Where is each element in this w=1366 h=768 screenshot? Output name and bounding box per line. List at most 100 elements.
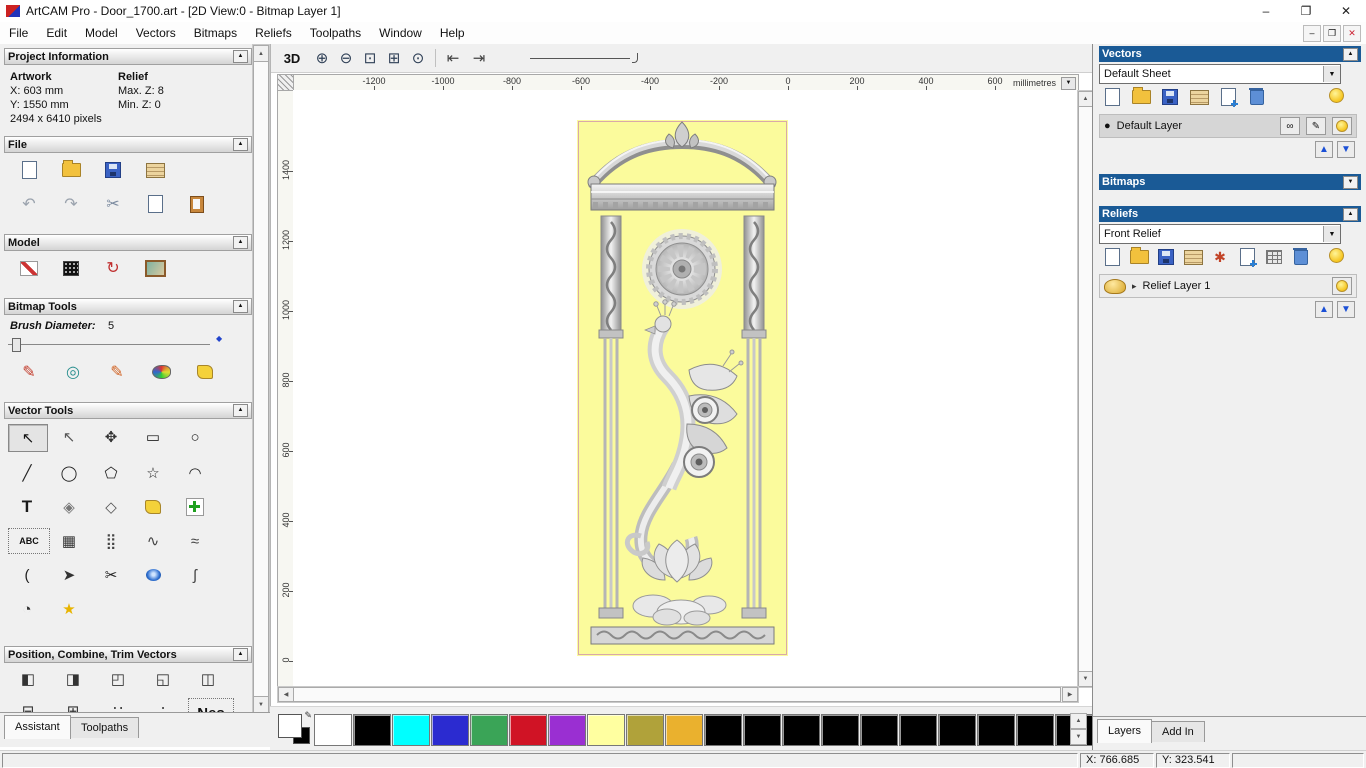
zoom-fit-icon[interactable]: ⊞ (383, 47, 405, 69)
fit-curve-icon[interactable]: ∿ (134, 528, 172, 554)
model-texture-icon[interactable] (56, 254, 86, 282)
brush-diameter-slider[interactable] (8, 344, 210, 345)
sheet-selector[interactable]: Default Sheet ▼ (1099, 64, 1341, 84)
document-restore-button[interactable]: ❐ (1323, 24, 1341, 42)
menu-model[interactable]: Model (76, 22, 127, 44)
select-vectors-icon[interactable]: ↖ (8, 424, 48, 452)
align-centre-icon[interactable]: ◫ (188, 666, 228, 692)
layer-colour-dot[interactable]: ● (1104, 120, 1111, 132)
expand-panel-button[interactable]: ▼ (1343, 175, 1358, 189)
zoom-box-icon[interactable]: ⊡ (359, 47, 381, 69)
collapse-section-button[interactable]: ▲ (233, 138, 248, 151)
reset-relief-icon[interactable]: ✱ (1209, 246, 1231, 268)
collapse-panel-button[interactable]: ▲ (1343, 47, 1358, 61)
model-rotate-icon[interactable]: ↻ (98, 254, 128, 282)
close-button[interactable]: ✕ (1326, 1, 1366, 21)
text-block-icon[interactable]: ABC (8, 528, 50, 554)
move-layer-up-button[interactable]: ▲ (1315, 301, 1333, 318)
palette-swatch-black[interactable] (821, 714, 859, 746)
move-layer-down-button[interactable]: ▼ (1337, 301, 1355, 318)
menu-toolpaths[interactable]: Toolpaths (301, 22, 370, 44)
draw-pencil-icon[interactable]: ✎ (102, 358, 132, 386)
toggle-all-vectors-visibility-icon[interactable] (1329, 88, 1344, 103)
document-close-button[interactable]: ✕ (1343, 24, 1361, 42)
scrollbar-thumb[interactable] (293, 687, 1061, 702)
menu-edit[interactable]: Edit (37, 22, 76, 44)
open-relief-icon[interactable] (1128, 246, 1150, 268)
create-polyline-icon[interactable]: ╱ (8, 460, 46, 486)
node-edit-icon[interactable]: ↖ (50, 424, 88, 450)
array-copy-icon[interactable]: ∷ (98, 698, 138, 712)
scroll-left-button[interactable]: ◀ (278, 687, 294, 702)
trim-vectors-icon[interactable]: ✂ (92, 562, 130, 588)
palette-swatch-blue[interactable] (431, 714, 469, 746)
palette-swatch-black[interactable] (899, 714, 937, 746)
next-view-icon[interactable]: ⇥ (468, 47, 490, 69)
collapse-panel-button[interactable]: ▲ (1343, 207, 1358, 221)
copy-icon[interactable] (140, 190, 170, 218)
wrap-text-icon[interactable] (134, 494, 172, 520)
curve-tool-icon[interactable]: ʃ (176, 562, 214, 588)
model-lighting-icon[interactable] (14, 254, 44, 282)
delete-relief-icon[interactable] (1290, 246, 1312, 268)
edit-layer-icon[interactable]: ✎ (1306, 117, 1326, 135)
collapse-section-button[interactable]: ▲ (233, 300, 248, 313)
save-vector-layer-icon[interactable] (1159, 86, 1181, 108)
expander-icon[interactable]: ▸ (1132, 281, 1137, 292)
redo-icon[interactable]: ↷ (56, 190, 86, 218)
collapse-section-button[interactable]: ▲ (233, 648, 248, 661)
toggle-all-reliefs-visibility-icon[interactable] (1329, 248, 1344, 263)
create-rectangle-icon[interactable]: ▭ (134, 424, 172, 450)
new-relief-icon[interactable] (1101, 246, 1123, 268)
collapse-section-button[interactable]: ▲ (233, 404, 248, 417)
align-right-icon[interactable]: ◨ (53, 666, 93, 692)
lock-layer-icon[interactable]: ∞ (1280, 117, 1300, 135)
align-left-icon[interactable]: ◧ (8, 666, 48, 692)
save-model-icon[interactable] (98, 156, 128, 184)
new-model-icon[interactable] (14, 156, 44, 184)
canvas-horizontal-scrollbar[interactable]: ◀ ▶ (277, 686, 1079, 703)
palette-swatch-green[interactable] (470, 714, 508, 746)
colour-palette-icon[interactable] (146, 358, 176, 386)
palette-swatch-black[interactable] (860, 714, 898, 746)
relief-layer-name[interactable]: Relief Layer 1 (1143, 280, 1326, 292)
palette-swatch-black[interactable] (353, 714, 391, 746)
align-top-icon[interactable]: ◰ (98, 666, 138, 692)
fillet-grid-icon[interactable]: ▦ (50, 528, 88, 554)
tab-toolpaths[interactable]: Toolpaths (70, 717, 140, 738)
document-minimize-button[interactable]: – (1303, 24, 1321, 42)
tab-assistant[interactable]: Assistant (4, 715, 71, 739)
sheet-manager-icon[interactable] (1188, 86, 1210, 108)
create-arc-icon[interactable]: ◠ (176, 460, 214, 486)
colour-picker-icon[interactable] (190, 358, 220, 386)
menu-window[interactable]: Window (370, 22, 431, 44)
palette-swatch-black[interactable] (782, 714, 820, 746)
scrollbar-thumb[interactable] (253, 61, 269, 697)
undo-icon[interactable]: ↶ (14, 190, 44, 218)
zoom-in-icon[interactable]: ⊕ (311, 47, 333, 69)
palette-swatch-olive[interactable] (626, 714, 664, 746)
palette-swatch-gold[interactable] (665, 714, 703, 746)
measure-icon[interactable]: ◇ (92, 494, 130, 520)
scroll-up-button[interactable]: ▲ (253, 45, 269, 62)
collapse-section-button[interactable]: ▲ (233, 236, 248, 249)
primary-secondary-colour-swatch[interactable]: ✎ (278, 710, 312, 744)
weld-subtract-icon[interactable]: ⊟ (8, 698, 48, 712)
paste-array-icon[interactable]: ⣿ (92, 528, 130, 554)
tab-add-in[interactable]: Add In (1151, 721, 1205, 742)
primary-colour-swatch[interactable] (278, 714, 302, 738)
vector-doctor-icon[interactable]: ★ (50, 596, 88, 622)
line-width-slider-handle[interactable] (632, 53, 638, 63)
assistant-scrollbar[interactable]: ▲ ▼ (252, 44, 270, 714)
restore-button[interactable]: ❐ (1286, 1, 1326, 21)
relief-selector[interactable]: Front Relief ▼ (1099, 224, 1341, 244)
menu-bitmaps[interactable]: Bitmaps (185, 22, 246, 44)
zoom-out-icon[interactable]: ⊖ (335, 47, 357, 69)
scroll-down-button[interactable]: ▼ (253, 696, 269, 713)
zoom-object-icon[interactable]: ⊙ (407, 47, 429, 69)
scrollbar-thumb[interactable] (1078, 106, 1093, 672)
brush-diameter-slider-handle[interactable] (12, 338, 21, 352)
menu-file[interactable]: File (0, 22, 37, 44)
palette-scroll-up-button[interactable]: ▲ (1070, 713, 1087, 729)
fit-arcs-icon[interactable]: ≈ (176, 528, 214, 554)
